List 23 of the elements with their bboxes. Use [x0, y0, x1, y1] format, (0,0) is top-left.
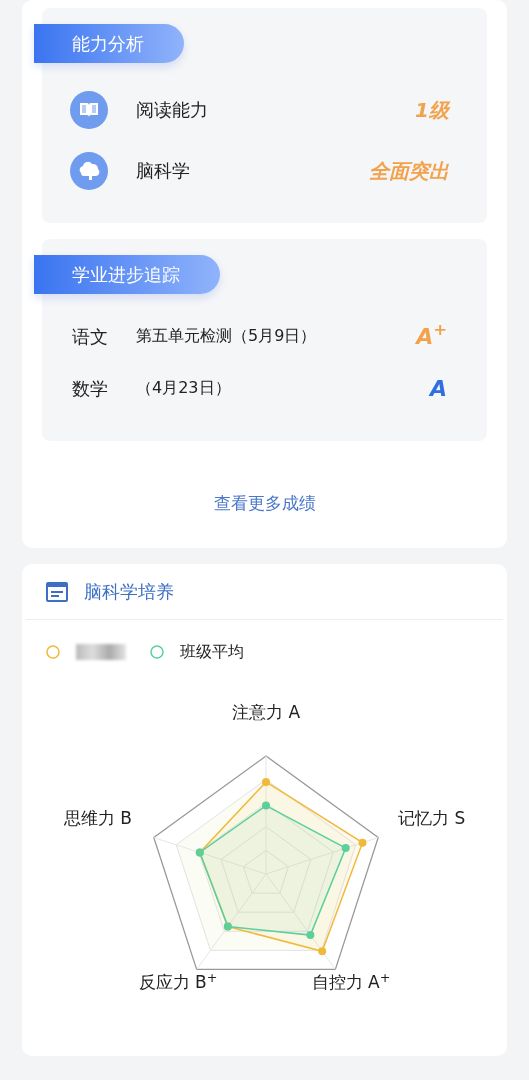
axis-label: 反应力 B$^{+}$: [138, 970, 218, 994]
blurred-name: [76, 644, 126, 660]
more-scores-link[interactable]: 查看更多成绩: [213, 493, 316, 513]
grade: A: [429, 374, 447, 403]
subject-name: 语文: [72, 324, 109, 349]
ability-level: 1级: [415, 96, 449, 124]
ability-name: 脑科学: [136, 159, 191, 183]
axis-label: 思维力 B: [63, 807, 132, 830]
section-header: 能力分析: [34, 24, 184, 63]
subject-name: 数学: [72, 376, 109, 401]
ability-level: 全面突出: [369, 157, 449, 185]
legend-label: 班级平均: [180, 641, 244, 663]
axis-label: 自控力 A$^{+}$: [311, 970, 391, 994]
book-icon: [70, 90, 108, 129]
grade: A$^{+}$: [416, 319, 447, 351]
panel-icon: [46, 581, 68, 602]
axis-label: 注意力 A: [232, 701, 300, 724]
axis-label: 记忆力 S: [398, 807, 466, 830]
section-header: 学业进步追踪: [34, 255, 220, 294]
section-title: 脑科学培养: [84, 580, 174, 604]
test-name: 第五单元检测（5月9日）: [136, 325, 318, 347]
ability-name: 阅读能力: [136, 98, 209, 122]
test-name: （4月23日）: [136, 377, 232, 399]
